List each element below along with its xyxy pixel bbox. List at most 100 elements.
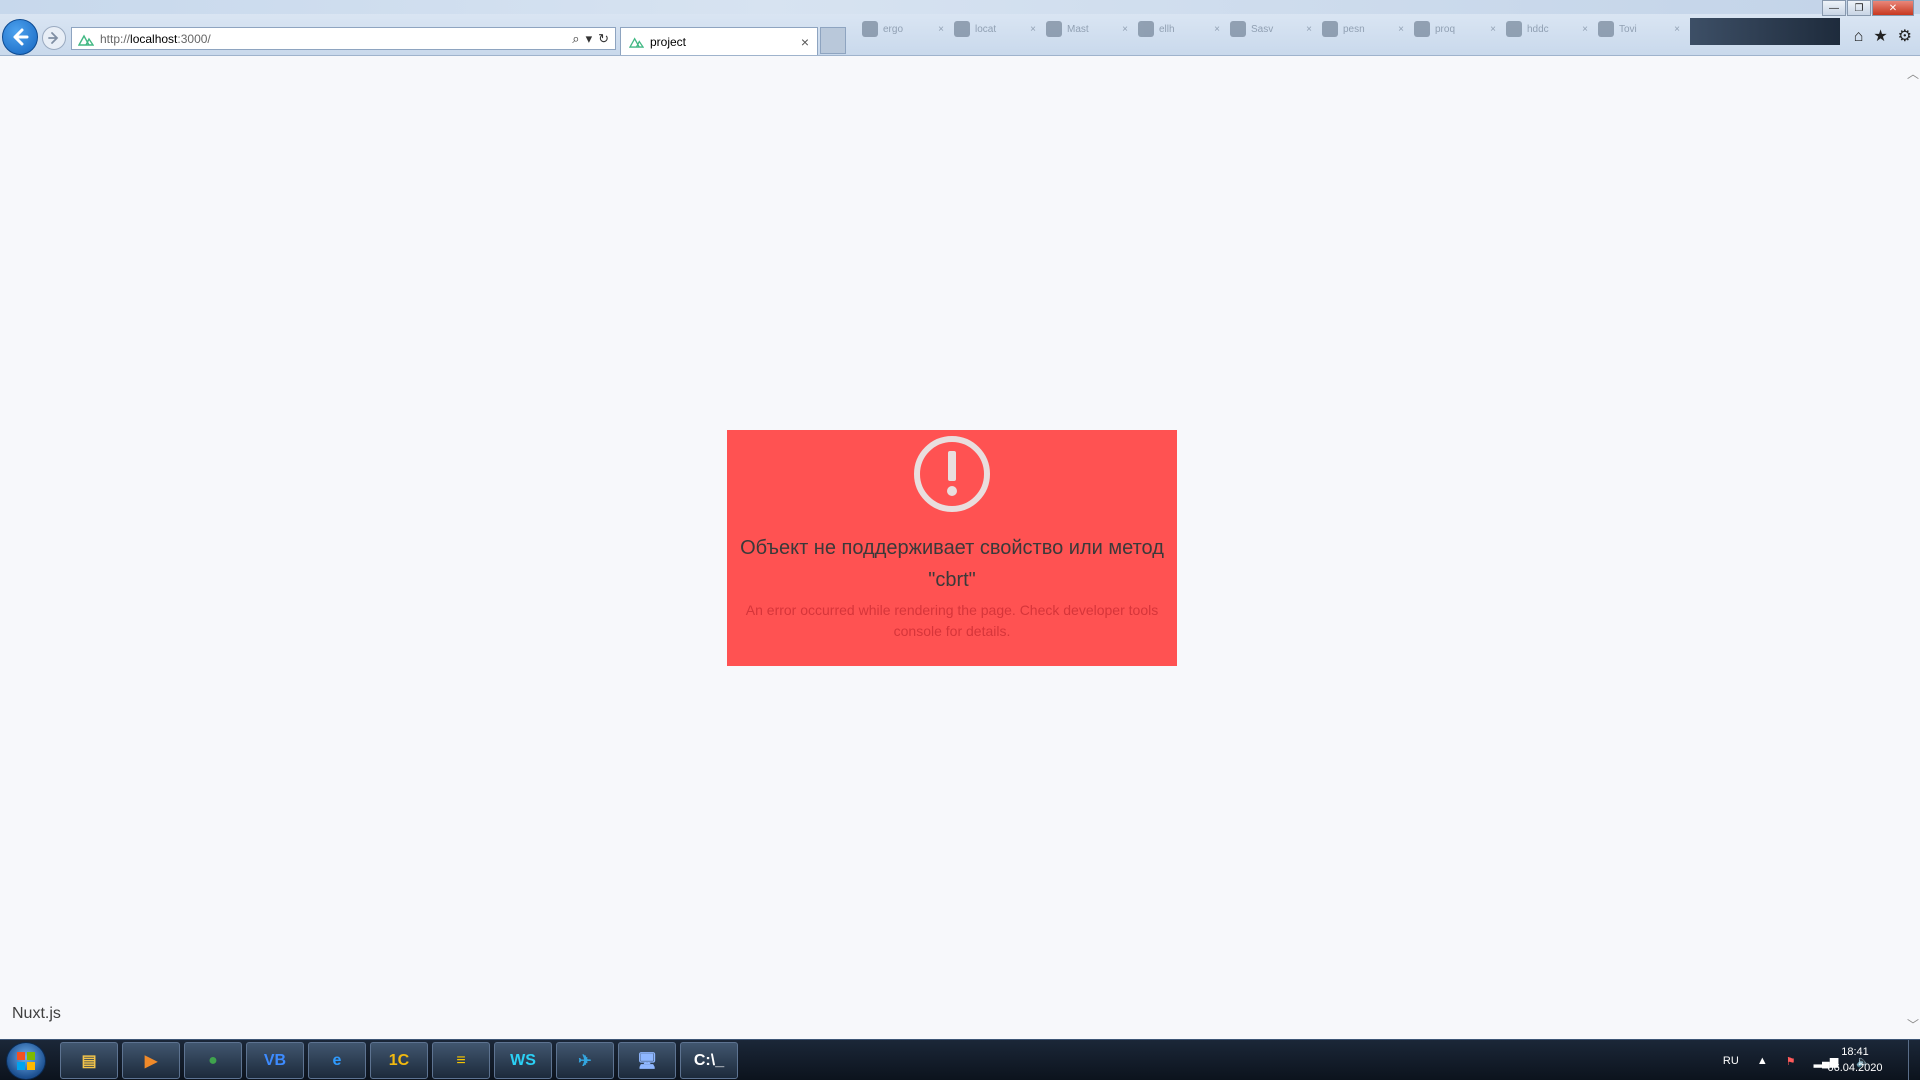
scroll-up-icon[interactable]: ︿ <box>1906 65 1920 82</box>
tab-close-icon[interactable]: × <box>1214 24 1220 35</box>
url-protocol: http:// <box>100 31 131 46</box>
tab-close-icon[interactable]: × <box>1674 24 1680 35</box>
forward-button[interactable] <box>42 26 66 50</box>
nuxt-favicon-icon <box>629 37 644 48</box>
show-desktop-button[interactable] <box>1908 1040 1920 1080</box>
show-hidden-icons-icon[interactable]: ▲ <box>1757 1055 1768 1067</box>
tab-favicon-icon <box>1414 21 1430 37</box>
ghost-tab[interactable]: proq × <box>1414 18 1496 40</box>
ghost-tab-label: Sasv <box>1251 23 1274 35</box>
windows-taskbar: ▤ ▶ ● VB e 1C ≡ WS ✈ 🖥 C:\_ RU ▲ ⚑ ▂▄▆ 🔈 18:41 06.… <box>0 1039 1920 1080</box>
ghost-tab[interactable]: pesn × <box>1322 18 1404 40</box>
error-card: Объект не поддерживает свойство или мето… <box>727 430 1177 666</box>
ghost-tab-label: Mast <box>1067 23 1089 35</box>
window-controls: — ❐ ✕ <box>1822 0 1914 16</box>
start-button[interactable] <box>6 1042 46 1080</box>
1c-icon: 1C <box>388 1051 410 1069</box>
ghost-tab[interactable]: Tovi × <box>1598 18 1680 40</box>
taskbar-button[interactable]: ✈ <box>556 1042 614 1079</box>
error-description: An error occurred while rendering the pa… <box>745 602 1159 639</box>
tab-close-icon[interactable]: × <box>1306 24 1312 35</box>
error-title: Объект не поддерживает свойство или мето… <box>740 537 1164 591</box>
tab-favicon-icon <box>1138 21 1154 37</box>
ghost-tab[interactable]: Sasv × <box>1230 18 1312 40</box>
ghost-tab-label: proq <box>1435 23 1456 35</box>
tab-close-icon[interactable]: × <box>1398 24 1404 35</box>
ghost-tab[interactable]: ellh × <box>1138 18 1220 40</box>
tab-favicon-icon <box>954 21 970 37</box>
taskbar-button[interactable]: e <box>308 1042 366 1079</box>
tab-overflow-area <box>1690 18 1840 45</box>
webstorm-icon: WS <box>510 1051 536 1069</box>
settings-gear-icon[interactable]: ⚙ <box>1898 28 1912 46</box>
other-tabs: ergo × locat × Mast × ellh × Sasv × pesn × proq × hddc… <box>862 18 1680 40</box>
taskbar-button[interactable]: ▤ <box>60 1042 118 1079</box>
command-prompt-icon: C:\_ <box>693 1051 725 1069</box>
search-icon[interactable]: ⌕ <box>572 31 579 47</box>
tab-close-icon[interactable]: × <box>1030 24 1036 35</box>
new-tab-button[interactable] <box>820 27 846 54</box>
nuxt-footer-link[interactable]: Nuxt.js <box>12 1005 61 1023</box>
page-viewport: Объект не поддерживает свойство или мето… <box>0 57 1906 1039</box>
ghost-tab[interactable]: ergo × <box>862 18 944 40</box>
telegram-icon: ✈ <box>578 1052 592 1070</box>
tab-favicon-icon <box>1598 21 1614 37</box>
favorites-star-icon[interactable]: ★ <box>1873 28 1887 46</box>
taskbar-button[interactable]: 1C <box>370 1042 428 1079</box>
tab-favicon-icon <box>1506 21 1522 37</box>
browser-toolbar: http://localhost:3000/ ⌕ ▾ ↻ project × e… <box>0 0 1920 56</box>
ghost-tab-label: pesn <box>1343 23 1365 35</box>
clock-time: 18:41 <box>1841 1046 1869 1058</box>
arrow-left-icon <box>13 28 29 46</box>
home-icon[interactable]: ⌂ <box>1854 28 1864 46</box>
exclamation-circle-icon <box>914 436 990 512</box>
taskbar-button[interactable]: 🖥 <box>618 1042 676 1079</box>
media-player-icon: ▶ <box>144 1052 158 1070</box>
tab-favicon-icon <box>862 21 878 37</box>
taskbar-button[interactable]: ▶ <box>122 1042 180 1079</box>
arrow-right-icon <box>48 32 59 44</box>
ghost-tab-label: ellh <box>1159 23 1175 35</box>
tab-close-icon[interactable]: × <box>801 34 809 50</box>
ghost-tab-label: ergo <box>883 23 904 35</box>
tab-project[interactable]: project × <box>620 27 818 55</box>
url-path: :3000/ <box>177 31 211 46</box>
taskbar-button[interactable]: C:\_ <box>680 1042 738 1079</box>
taskbar-button[interactable]: VB <box>246 1042 304 1079</box>
address-bar[interactable]: http://localhost:3000/ ⌕ ▾ ↻ <box>71 27 616 50</box>
tab-favicon-icon <box>1230 21 1246 37</box>
scroll-down-icon[interactable]: ﹀ <box>1906 1016 1920 1033</box>
dropdown-icon[interactable]: ▾ <box>586 31 593 47</box>
tab-favicon-icon <box>1322 21 1338 37</box>
clock-date: 06.04.2020 <box>1827 1062 1883 1074</box>
vertical-scrollbar[interactable]: ︿ ﹀ <box>1906 57 1920 1039</box>
url-host: localhost <box>130 31 178 46</box>
maximize-button[interactable]: ❐ <box>1847 0 1871 16</box>
action-center-flag-icon[interactable]: ⚑ <box>1786 1055 1796 1068</box>
taskbar-button[interactable]: ≡ <box>432 1042 490 1079</box>
tab-close-icon[interactable]: × <box>1122 24 1128 35</box>
internet-explorer-icon: e <box>332 1051 342 1069</box>
tab-close-icon[interactable]: × <box>1582 24 1588 35</box>
refresh-icon[interactable]: ↻ <box>598 31 609 47</box>
remote-desktop-icon: 🖥 <box>636 1052 658 1070</box>
ghost-tab[interactable]: locat × <box>954 18 1036 40</box>
system-clock[interactable]: 18:41 06.04.2020 <box>1816 1044 1894 1076</box>
tab-favicon-icon <box>1046 21 1062 37</box>
browser-command-icons: ⌂ ★ ⚙ <box>1854 28 1912 46</box>
window-title-bar <box>0 0 1920 14</box>
tab-close-icon[interactable]: × <box>938 24 944 35</box>
tab-close-icon[interactable]: × <box>1490 24 1496 35</box>
file-explorer-icon: ▤ <box>81 1052 97 1070</box>
back-button[interactable] <box>2 19 38 55</box>
close-window-button[interactable]: ✕ <box>1872 0 1914 16</box>
minimize-button[interactable]: — <box>1822 0 1846 16</box>
taskbar-button[interactable]: WS <box>494 1042 552 1079</box>
ghost-tab[interactable]: Mast × <box>1046 18 1128 40</box>
beeline-icon: ≡ <box>456 1051 466 1069</box>
language-indicator[interactable]: RU <box>1723 1055 1739 1067</box>
windows-logo-icon <box>17 1052 35 1070</box>
chrome-icon: ● <box>208 1051 218 1069</box>
taskbar-button[interactable]: ● <box>184 1042 242 1079</box>
ghost-tab[interactable]: hddc × <box>1506 18 1588 40</box>
